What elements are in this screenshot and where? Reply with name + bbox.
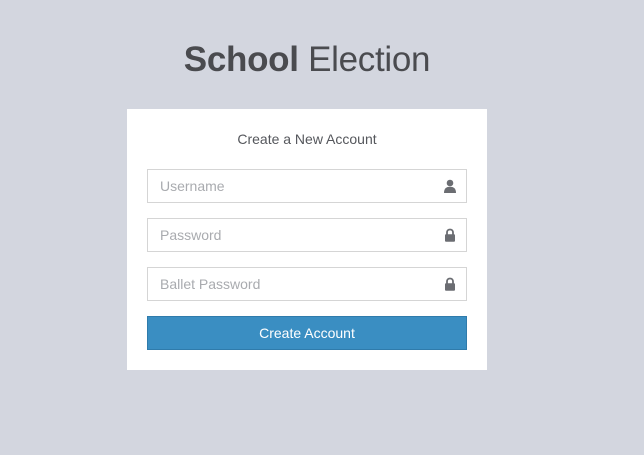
ballot-password-input[interactable] bbox=[148, 268, 466, 300]
page-title-bold: School bbox=[183, 40, 299, 79]
user-icon bbox=[444, 179, 456, 193]
create-account-button[interactable]: Create Account bbox=[147, 316, 467, 350]
username-input[interactable] bbox=[148, 170, 466, 202]
username-field-wrapper bbox=[147, 169, 467, 203]
password-input[interactable] bbox=[148, 219, 466, 251]
ballot-password-field-wrapper bbox=[147, 267, 467, 301]
lock-icon bbox=[445, 277, 455, 291]
page-title-light: Election bbox=[308, 40, 431, 79]
page-title: School Election bbox=[0, 38, 614, 82]
form-heading: Create a New Account bbox=[237, 131, 377, 147]
signup-card: Create a New Account Create Account bbox=[127, 109, 487, 370]
lock-icon bbox=[445, 228, 455, 242]
password-field-wrapper bbox=[147, 218, 467, 252]
